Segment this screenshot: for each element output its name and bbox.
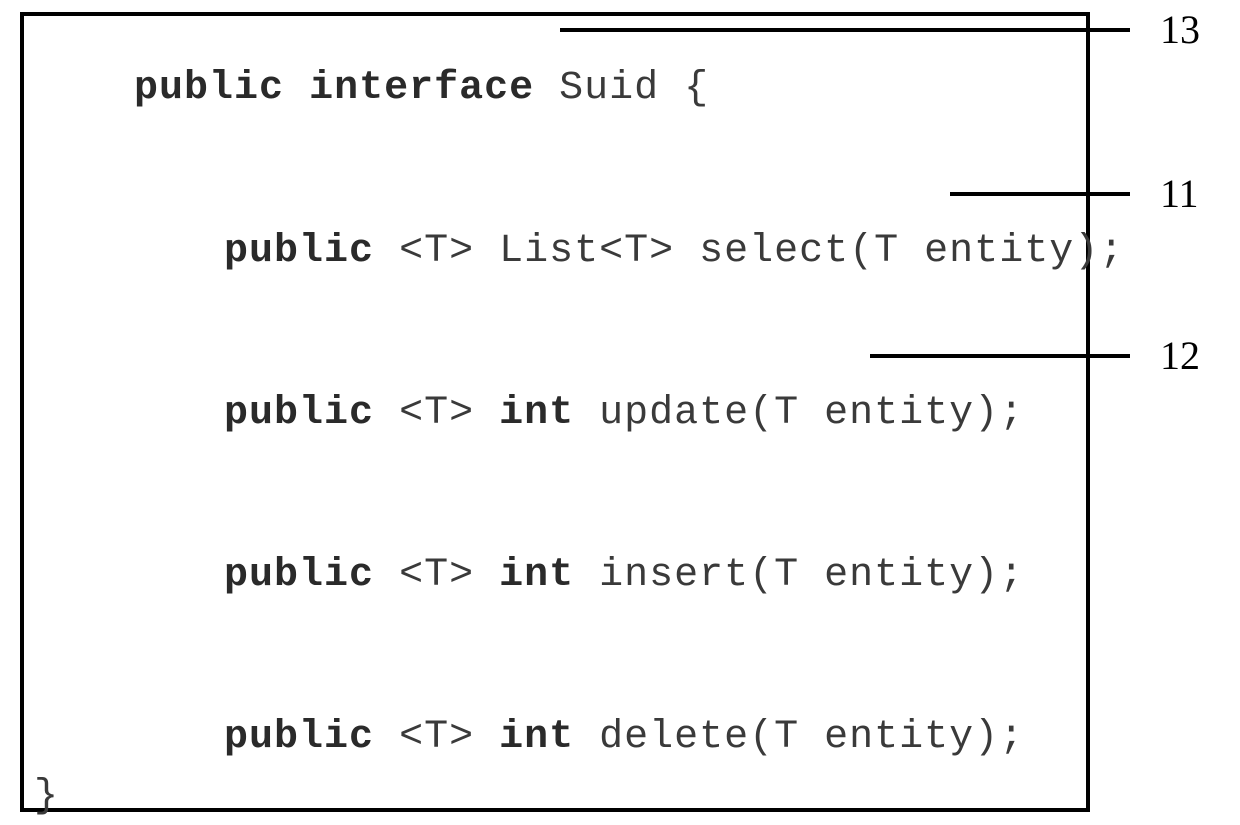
method-select: public <T> List<T> select(T entity); [124,184,1124,319]
generic-param: <T> [399,229,474,274]
keyword-public: public [224,229,374,274]
generic-param: <T> [399,391,474,436]
generic-param: <T> [399,553,474,598]
keyword-public: public [134,66,284,111]
keyword-int: int [499,391,574,436]
callout-line-12 [870,354,1130,358]
method-insert: public <T> int insert(T entity); [124,508,1024,643]
callout-label-11: 11 [1160,170,1199,217]
method-signature: select(T entity); [699,229,1124,274]
callout-line-11 [950,192,1130,196]
keyword-interface: interface [309,66,534,111]
method-update: public <T> int update(T entity); [124,346,1024,481]
interface-name: Suid [559,66,659,111]
keyword-public: public [224,715,374,760]
callout-label-13: 13 [1160,6,1200,53]
method-signature: insert(T entity); [599,553,1024,598]
keyword-int: int [499,715,574,760]
method-delete: public <T> int delete(T entity); [124,670,1024,805]
return-type: List<T> [499,229,674,274]
interface-declaration: public interface Suid { [34,21,709,156]
open-brace: { [684,66,709,111]
generic-param: <T> [399,715,474,760]
callout-line-13 [560,28,1130,32]
method-signature: update(T entity); [599,391,1024,436]
method-signature: delete(T entity); [599,715,1024,760]
code-box: public interface Suid { public <T> List<… [20,12,1090,812]
close-brace: } [34,774,59,819]
keyword-public: public [224,553,374,598]
keyword-public: public [224,391,374,436]
keyword-int: int [499,553,574,598]
callout-label-12: 12 [1160,332,1200,379]
